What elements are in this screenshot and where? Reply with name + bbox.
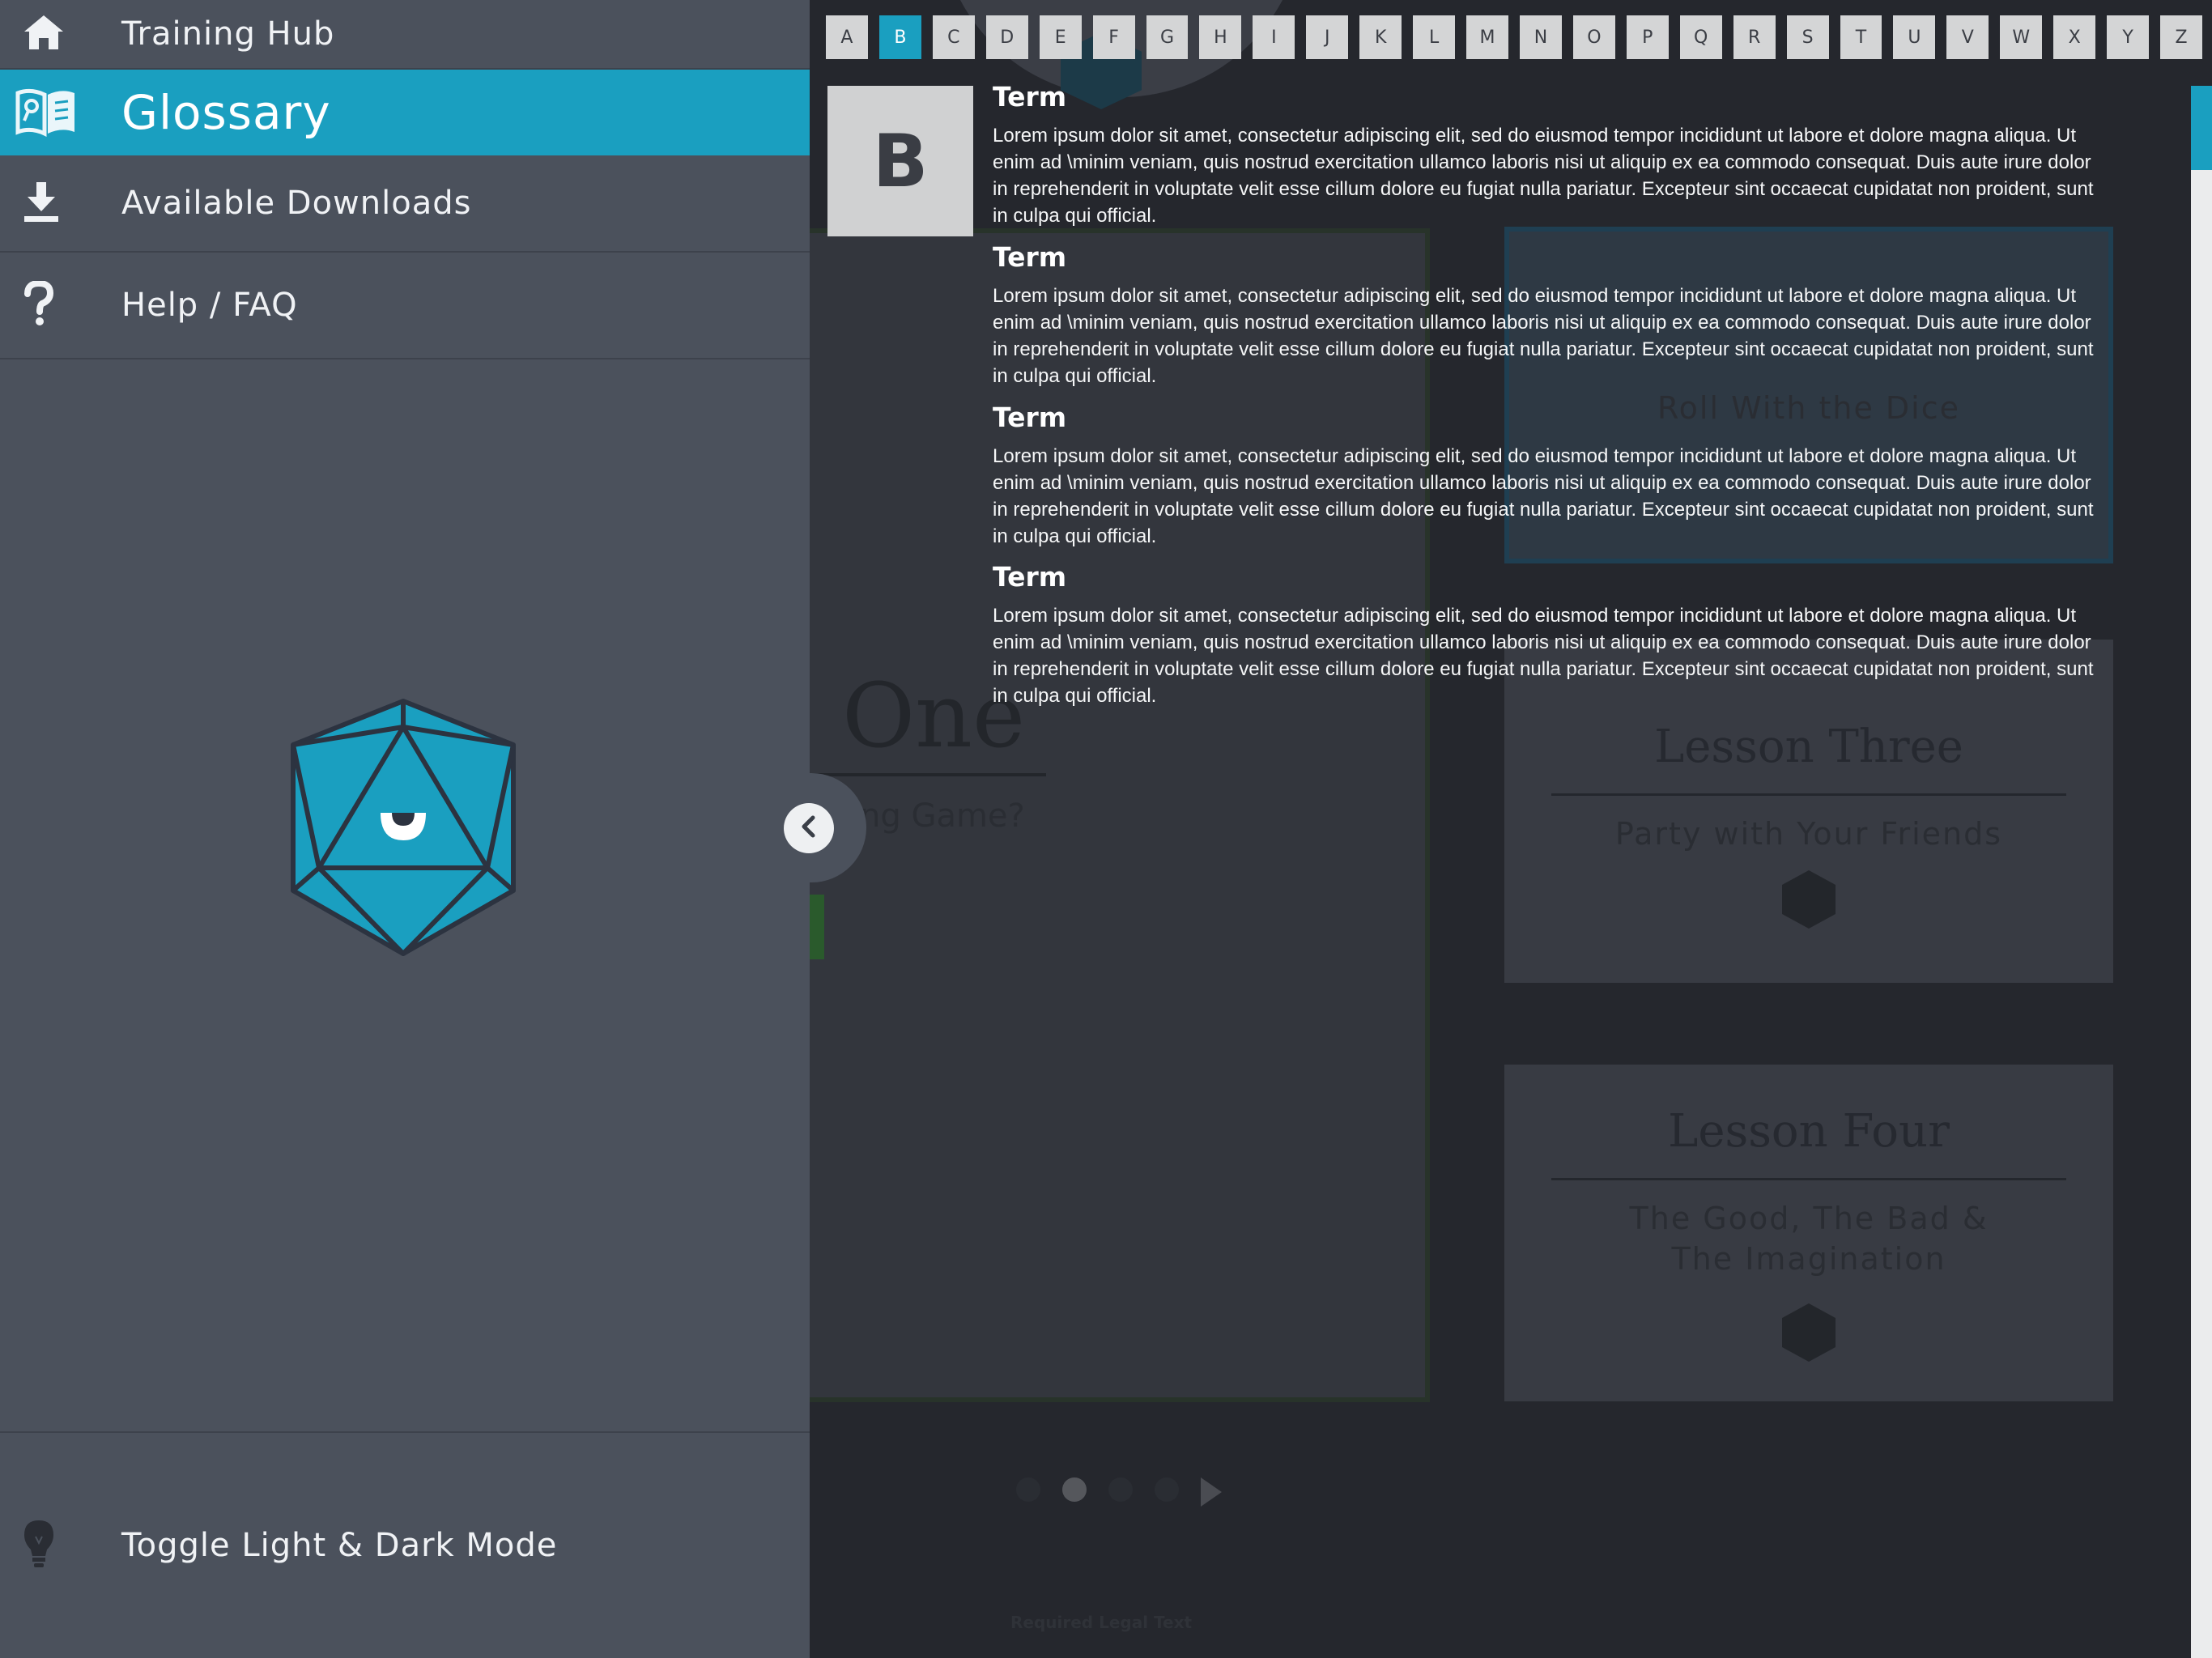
- letter-tab-z[interactable]: Z: [2160, 15, 2202, 59]
- glossary-definition: Lorem ipsum dolor sit amet, consectetur …: [993, 605, 2094, 707]
- legal-text: Required Legal Text: [1010, 1613, 1193, 1632]
- collapse-sidebar-button[interactable]: [784, 803, 834, 853]
- letter-tab-j[interactable]: J: [1306, 15, 1349, 59]
- letter-tab-w[interactable]: W: [2000, 15, 2043, 59]
- letter-tab-l[interactable]: L: [1413, 15, 1456, 59]
- sidebar-item-label: Glossary: [121, 85, 331, 140]
- letter-tab-k[interactable]: K: [1359, 15, 1402, 59]
- carousel-next-icon: [1201, 1477, 1223, 1507]
- letter-tab-e[interactable]: E: [1039, 15, 1082, 59]
- home-icon: [23, 14, 65, 54]
- alphabet-index: ABCDEFGHIJKLMNOPQRSTUVWXYZ: [826, 15, 2202, 59]
- lesson-three-d20-icon: [1782, 870, 1836, 929]
- glossary-term: Term: [993, 561, 1067, 593]
- lesson-four-d20-icon: [1782, 1303, 1836, 1362]
- letter-tab-a[interactable]: A: [826, 15, 868, 59]
- letter-tab-c[interactable]: C: [932, 15, 975, 59]
- toggle-theme-label: Toggle Light & Dark Mode: [121, 1527, 558, 1564]
- lesson-three-subtitle: Party with Your Friends: [1614, 816, 2003, 852]
- glossary-definition: Lorem ipsum dolor sit amet, consectetur …: [993, 285, 2094, 387]
- question-icon: [23, 279, 55, 329]
- sidebar-item-label: Help / FAQ: [121, 287, 298, 324]
- glossary-entry: Term Lorem ipsum dolor sit amet, consect…: [993, 561, 2110, 709]
- letter-tab-y[interactable]: Y: [2107, 15, 2150, 59]
- lesson-four-divider: [1551, 1178, 2066, 1180]
- carousel-dot: [1108, 1477, 1134, 1502]
- letter-tab-m[interactable]: M: [1466, 15, 1508, 59]
- sidebar-item-available-downloads[interactable]: Available Downloads: [0, 155, 810, 253]
- letter-tab-v[interactable]: V: [1946, 15, 1989, 59]
- glossary-entry: Term Lorem ipsum dolor sit amet, consect…: [993, 81, 2110, 229]
- lesson-one-divider: [803, 773, 1046, 776]
- sidebar-item-label: Training Hub: [121, 15, 335, 53]
- carousel-pagination: [1016, 1477, 1223, 1507]
- lesson-card-four: Lesson Four The Good, The Bad & The Imag…: [1504, 1065, 2113, 1401]
- letter-tab-o[interactable]: O: [1572, 15, 1615, 59]
- letter-tab-p[interactable]: P: [1626, 15, 1669, 59]
- letter-tab-b[interactable]: B: [878, 15, 921, 59]
- lesson-four-subtitle-line1: The Good, The Bad &: [1629, 1201, 1989, 1236]
- sidebar-item-training-hub[interactable]: Training Hub: [0, 0, 810, 70]
- letter-tab-u[interactable]: U: [1893, 15, 1936, 59]
- glossary-term: Term: [993, 81, 1067, 113]
- lesson-one-subtitle: ng Game?: [860, 797, 1025, 835]
- lesson-four-title: Lesson Four: [1668, 1105, 1950, 1158]
- glossary-current-letter: B: [827, 86, 973, 236]
- lesson-three-title: Lesson Three: [1654, 721, 1963, 773]
- sidebar: Training Hub Glossary Available Download…: [0, 0, 810, 1658]
- letter-tab-i[interactable]: I: [1253, 15, 1295, 59]
- carousel-dot: [1016, 1477, 1040, 1502]
- glossary-definition: Lorem ipsum dolor sit amet, consectetur …: [993, 445, 2094, 547]
- letter-tab-r[interactable]: R: [1733, 15, 1776, 59]
- lightbulb-icon: [23, 1519, 55, 1572]
- letter-tab-g[interactable]: G: [1146, 15, 1189, 59]
- glossary-definition: Lorem ipsum dolor sit amet, consectetur …: [993, 125, 2094, 227]
- sidebar-item-glossary[interactable]: Glossary: [0, 70, 810, 155]
- glossary-term: Term: [993, 241, 1067, 273]
- sidebar-item-toggle-theme[interactable]: Toggle Light & Dark Mode: [0, 1431, 810, 1658]
- glossary-entry: Term Lorem ipsum dolor sit amet, consect…: [993, 241, 2110, 389]
- sidebar-item-label: Available Downloads: [121, 185, 472, 222]
- download-icon: [23, 181, 60, 226]
- glossary-entry: Term Lorem ipsum dolor sit amet, consect…: [993, 402, 2110, 550]
- letter-tab-d[interactable]: D: [985, 15, 1028, 59]
- chevron-left-icon: [798, 814, 819, 842]
- letter-tab-s[interactable]: S: [1786, 15, 1829, 59]
- letter-tab-f[interactable]: F: [1092, 15, 1135, 59]
- letter-tab-q[interactable]: Q: [1679, 15, 1722, 59]
- glossary-scrollbar[interactable]: [2191, 86, 2212, 1658]
- letter-tab-n[interactable]: N: [1519, 15, 1562, 59]
- letter-tab-x[interactable]: X: [2053, 15, 2096, 59]
- glossary-term: Term: [993, 402, 1067, 433]
- glossary-scrollbar-thumb[interactable]: [2191, 86, 2212, 170]
- lesson-three-divider: [1551, 793, 2066, 796]
- sidebar-item-help-faq[interactable]: Help / FAQ: [0, 253, 810, 359]
- book-icon: [15, 85, 78, 140]
- letter-tab-t[interactable]: T: [1840, 15, 1882, 59]
- d20-logo-icon: [290, 698, 517, 957]
- letter-tab-h[interactable]: H: [1199, 15, 1242, 59]
- lesson-four-subtitle-line2: The Imagination: [1671, 1241, 1946, 1277]
- carousel-dot-active: [1062, 1477, 1087, 1502]
- carousel-dot: [1155, 1477, 1180, 1502]
